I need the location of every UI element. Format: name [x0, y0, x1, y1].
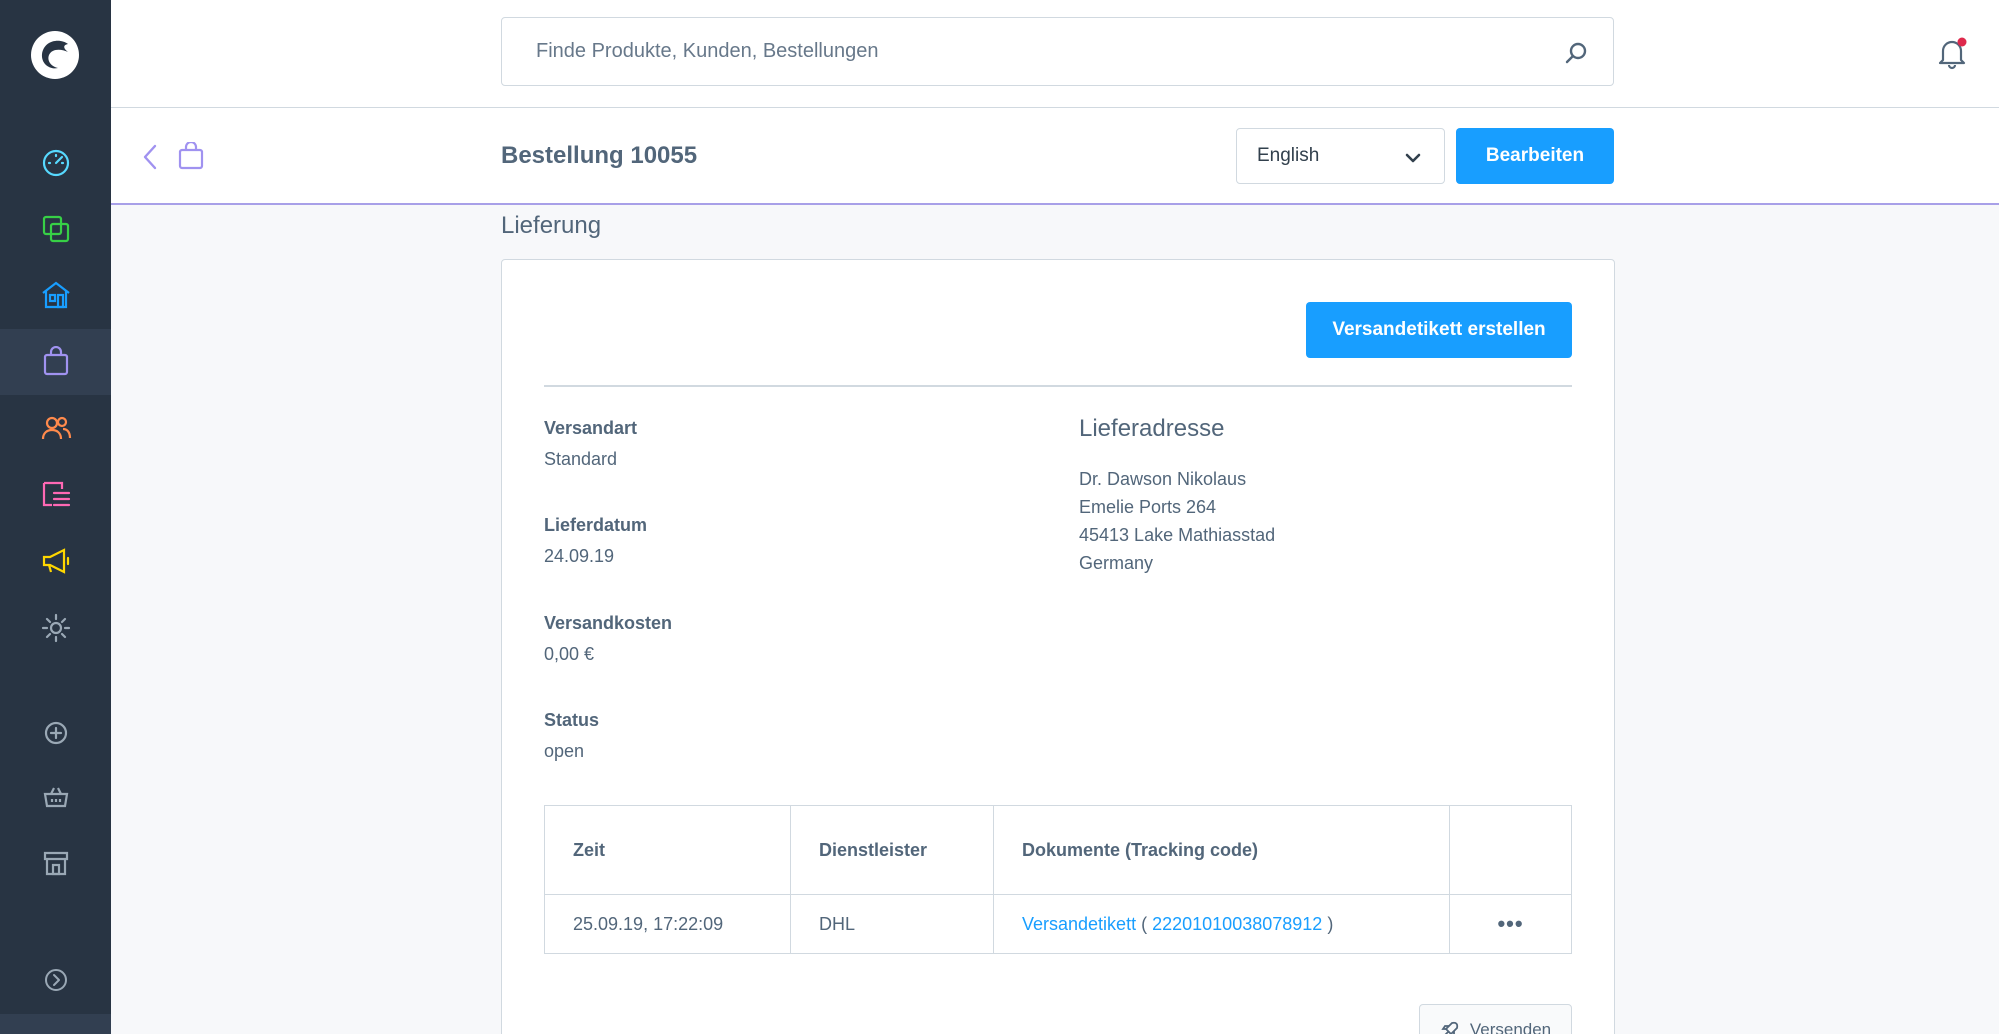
- shopware-logo-icon[interactable]: [30, 30, 80, 80]
- field-delivery-date: Lieferdatum 24.09.19: [544, 515, 647, 567]
- address-line: Germany: [1079, 553, 1154, 573]
- table-row: 25.09.19, 17:22:09 DHL Versandetikett ( …: [544, 894, 1572, 954]
- column-header-time: Zeit: [544, 805, 791, 895]
- sidebar: [0, 0, 111, 1034]
- search-input[interactable]: [502, 18, 1613, 85]
- address-line: Dr. Dawson Nikolaus: [1079, 469, 1247, 489]
- basket-icon: [43, 787, 68, 808]
- settings-icon: [41, 613, 70, 643]
- shipments-table: Zeit Dienstleister Dokumente (Tracking c…: [544, 805, 1572, 954]
- chevron-down-icon: [1405, 153, 1421, 163]
- delivery-address-heading: Lieferadresse: [1079, 415, 1225, 442]
- notification-bell-icon[interactable]: [1935, 36, 1969, 70]
- page-title: Bestellung 10055: [501, 142, 698, 169]
- storefront-icon: [41, 281, 70, 309]
- cell-provider: DHL: [790, 894, 994, 954]
- delivery-card: Versandetikett erstellen Versandart Stan…: [501, 259, 1615, 1034]
- sidebar-item-content[interactable]: [0, 462, 111, 528]
- sidebar-item-settings[interactable]: [0, 595, 111, 661]
- sidebar-item-customers[interactable]: [0, 395, 111, 461]
- field-label: Lieferdatum: [544, 515, 648, 535]
- plus-circle-icon: [44, 721, 67, 745]
- address-line: Emelie Ports 264: [1079, 497, 1217, 517]
- delivery-address: Lieferadresse Dr. Dawson Nikolaus Emelie…: [1079, 415, 1275, 577]
- column-header-documents: Dokumente (Tracking code): [993, 805, 1450, 895]
- section-title-delivery: Lieferung: [501, 212, 602, 239]
- sidebar-collapse[interactable]: [0, 947, 111, 1013]
- field-status: Status open: [544, 710, 599, 762]
- field-value: 0,00 €: [544, 644, 595, 664]
- divider: [544, 385, 1572, 387]
- products-icon: [42, 215, 69, 243]
- customers-icon: [41, 416, 71, 440]
- cell-documents: Versandetikett ( 222010100380789​12 ): [993, 894, 1450, 954]
- page-header: Bestellung 10055 English Bearbeiten: [111, 108, 1999, 205]
- sidebar-item-marketing[interactable]: [0, 528, 111, 594]
- field-shipping-costs: Versandkosten 0,00 €: [544, 613, 672, 665]
- sidebar-item-storefront[interactable]: [0, 262, 111, 328]
- field-value: 24.09.19: [544, 546, 615, 566]
- content-icon: [42, 481, 70, 507]
- sidebar-footer: [0, 1014, 111, 1034]
- field-label: Versandart: [544, 418, 638, 438]
- send-button-label: Versenden: [1469, 1020, 1552, 1034]
- row-actions-button[interactable]: •••: [1449, 894, 1572, 954]
- marketing-icon: [42, 548, 69, 574]
- edit-button[interactable]: Bearbeiten: [1456, 128, 1614, 184]
- field-label: Status: [544, 710, 600, 730]
- sidebar-item-dashboard[interactable]: [0, 129, 111, 195]
- tracking-code-link[interactable]: 222010100380789​12: [1152, 914, 1322, 934]
- cell-time: 25.09.19, 17:22:09: [544, 894, 791, 954]
- send-button[interactable]: Versenden: [1419, 1004, 1572, 1034]
- address-line: 45413 Lake Mathiasstad: [1079, 525, 1276, 545]
- store-icon: [43, 851, 68, 876]
- back-arrow-icon[interactable]: [141, 142, 161, 172]
- language-select[interactable]: English: [1236, 128, 1445, 184]
- orders-icon: [43, 346, 68, 376]
- field-shipping-method: Versandart Standard: [544, 418, 637, 470]
- sidebar-item-orders[interactable]: [0, 329, 111, 395]
- paren-close: ): [1327, 913, 1334, 934]
- sidebar-item-products[interactable]: [0, 196, 111, 262]
- field-label: Versandkosten: [544, 613, 673, 633]
- paren-open: (: [1141, 913, 1148, 934]
- shipping-label-link[interactable]: Versandetikett: [1022, 914, 1136, 934]
- column-header-actions: [1449, 805, 1572, 895]
- create-shipping-label-button[interactable]: Versandetikett erstellen: [1306, 302, 1572, 358]
- sidebar-item-add[interactable]: [0, 700, 111, 766]
- sidebar-item-store[interactable]: [0, 830, 111, 896]
- table-header-row: Zeit Dienstleister Dokumente (Tracking c…: [544, 805, 1572, 895]
- orders-icon: [178, 142, 204, 170]
- collapse-icon: [44, 969, 67, 991]
- column-header-provider: Dienstleister: [790, 805, 994, 895]
- dashboard-icon: [42, 149, 69, 177]
- language-select-value: English: [1257, 145, 1320, 166]
- sidebar-item-basket[interactable]: [0, 764, 111, 830]
- rocket-icon: [1441, 1021, 1458, 1034]
- top-bar: [111, 0, 1999, 108]
- search-icon[interactable]: [1563, 40, 1589, 66]
- field-value: Standard: [544, 449, 618, 469]
- search-box: [501, 17, 1614, 86]
- field-value: open: [544, 741, 585, 761]
